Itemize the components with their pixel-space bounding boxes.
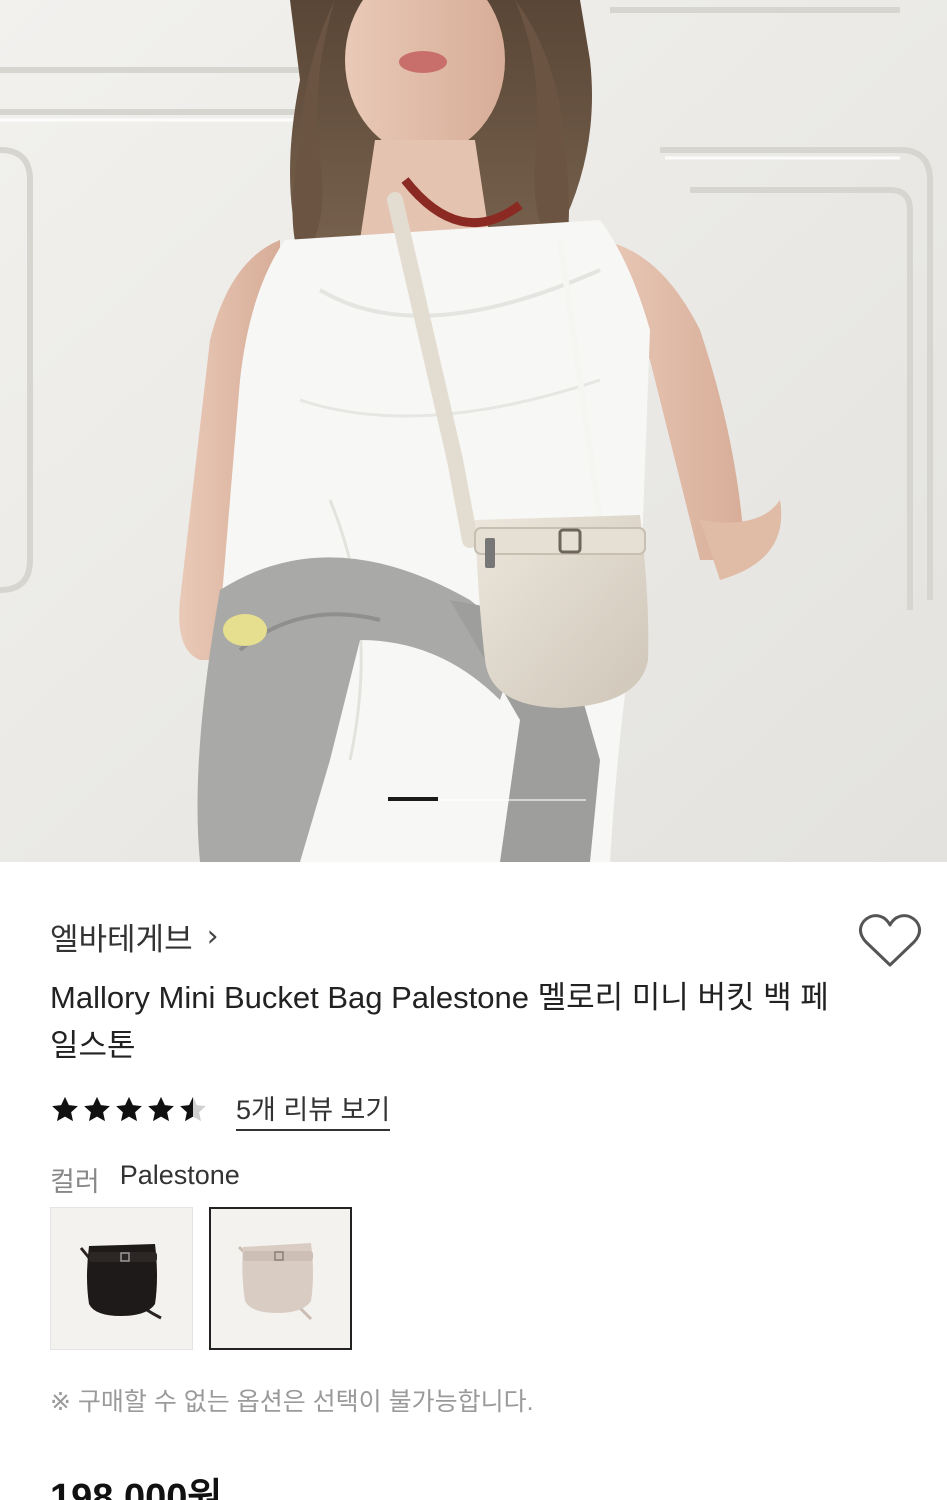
hero-photo — [0, 0, 947, 862]
color-row: 컬러 Palestone — [50, 1160, 240, 1199]
color-options — [50, 1207, 352, 1350]
star-icon — [84, 1096, 110, 1121]
wishlist-button[interactable] — [858, 912, 922, 970]
product-title: Mallory Mini Bucket Bag Palestone 멜로리 미니… — [50, 980, 829, 1063]
carousel-indicator-active — [388, 797, 438, 801]
star-rating — [50, 1095, 208, 1125]
carousel-indicator — [388, 797, 586, 801]
color-value: Palestone — [119, 1160, 240, 1190]
star-icon — [116, 1096, 142, 1121]
brand-name: 엘바테게브 — [50, 922, 193, 957]
color-option-black[interactable] — [50, 1207, 193, 1350]
product-info-panel: 엘바테게브 › Mallory Mini Bucket Bag Paleston… — [0, 862, 947, 1500]
review-link[interactable]: 5개 리뷰 보기 — [236, 1088, 391, 1131]
star-half-icon — [180, 1096, 206, 1121]
brand-link[interactable]: 엘바테게브 › — [50, 914, 219, 959]
product-hero-image[interactable] — [0, 0, 947, 862]
rating-row: 5개 리뷰 보기 — [50, 1088, 391, 1131]
chevron-right-icon: › — [206, 919, 219, 954]
heart-outline-icon — [859, 914, 921, 967]
option-notice: ※ 구매할 수 없는 옵션은 선택이 불가능합니다. — [50, 1388, 534, 1416]
star-icon — [52, 1096, 78, 1121]
color-option-palestone[interactable] — [209, 1207, 352, 1350]
color-label: 컬러 — [50, 1167, 100, 1197]
star-icon — [148, 1096, 174, 1121]
black-bag-thumbnail — [51, 1208, 192, 1349]
palestone-bag-thumbnail — [211, 1209, 350, 1348]
product-price: 198,000원 — [50, 1477, 223, 1500]
